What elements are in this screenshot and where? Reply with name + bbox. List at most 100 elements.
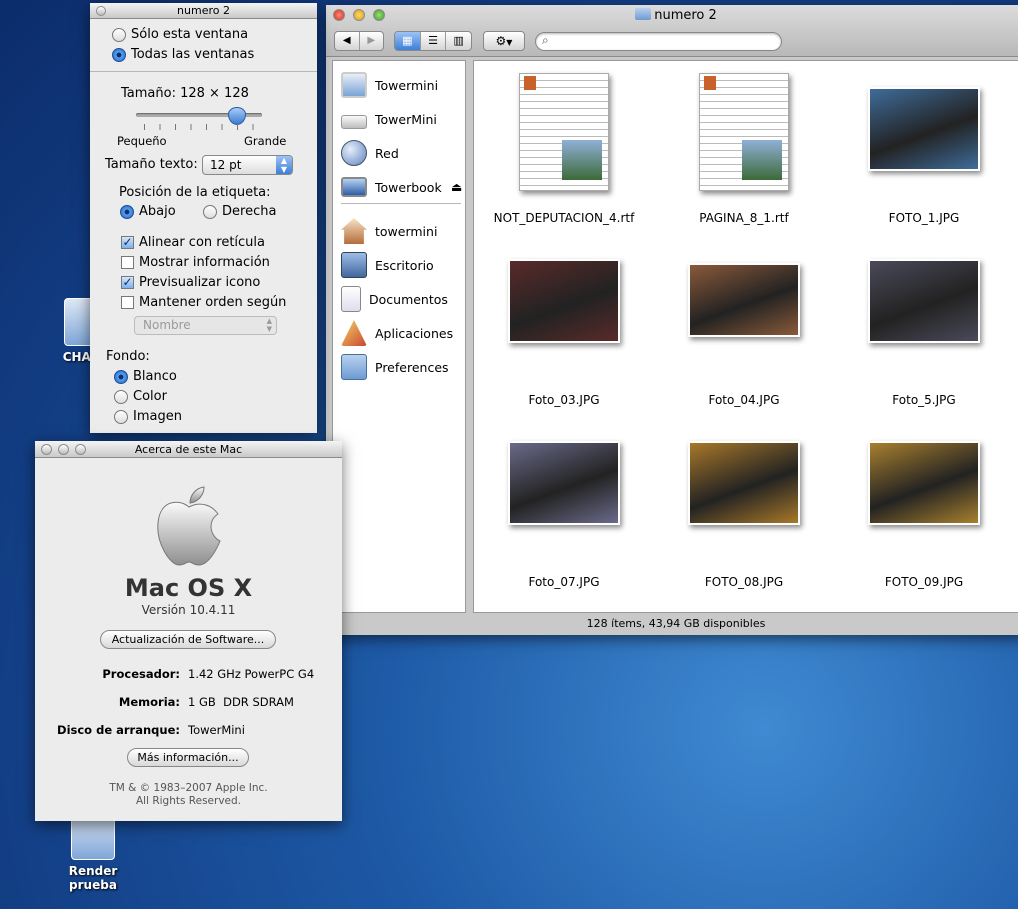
- scope-this-window-option[interactable]: Sólo esta ventana: [112, 27, 248, 42]
- file-item[interactable]: FOTO_1.JPG: [839, 73, 1009, 243]
- bg-image-option[interactable]: Imagen: [114, 409, 182, 424]
- bg-color-option[interactable]: Color: [114, 389, 167, 404]
- icon-size-slider[interactable]: [136, 107, 262, 130]
- desktop-icon-render-prueba[interactable]: Render prueba: [45, 812, 141, 892]
- status-text: 128 ítems, 43,94 GB disponibles: [586, 617, 766, 630]
- column-view-icon[interactable]: ▥: [445, 32, 471, 50]
- search-input[interactable]: ⌕: [535, 32, 782, 51]
- file-item[interactable]: NOT_DEPUTACION_4.rtf: [479, 73, 649, 243]
- sidebar-item-label: Aplicaciones: [375, 325, 454, 341]
- folder-icon: [635, 8, 652, 20]
- file-name-label: Foto_03.JPG: [528, 393, 600, 407]
- icon-view-icon[interactable]: ▦: [395, 32, 420, 50]
- processor-value: 1.42 GHz PowerPC G4: [188, 667, 315, 681]
- rtf-document-icon: [699, 73, 789, 191]
- option-label: Abajo: [139, 204, 176, 219]
- list-view-icon[interactable]: ☰: [419, 32, 446, 50]
- finder-title-text: numero 2: [654, 8, 717, 23]
- close-button[interactable]: [41, 444, 52, 455]
- home-icon: [341, 218, 367, 244]
- max-text: Grande: [244, 134, 287, 148]
- radio-selected-icon: [114, 369, 128, 384]
- document-photo-icon: [742, 140, 782, 180]
- file-item[interactable]: Foto_5.JPG: [839, 255, 1009, 425]
- file-item[interactable]: FOTO_08.JPG: [659, 437, 829, 607]
- label-right-option[interactable]: Derecha: [203, 204, 276, 219]
- sidebar-item-documentos[interactable]: Documentos: [341, 284, 448, 314]
- finder-sidebar: Towermini TowerMini Red Towerbook ⏏ towermini…: [332, 60, 466, 613]
- eject-icon[interactable]: ⏏: [451, 180, 462, 194]
- file-name-label: FOTO_08.JPG: [704, 575, 784, 589]
- scope-all-windows-option[interactable]: Todas las ventanas: [112, 47, 254, 62]
- checkbox-icon: [121, 296, 134, 309]
- chevron-updown-icon: ▲ ▼: [266, 317, 272, 333]
- desktop-folder-icon: [341, 252, 367, 278]
- view-mode-control: ▦ ☰ ▥: [394, 31, 472, 51]
- bg-title-text: Fondo:: [106, 349, 150, 364]
- sidebar-item-red[interactable]: Red: [341, 138, 399, 168]
- close-button[interactable]: [96, 6, 106, 16]
- option-label: Mantener orden según: [139, 295, 287, 310]
- file-name-label: FOTO_09.JPG: [884, 575, 964, 589]
- file-name-label: NOT_DEPUTACION_4.rtf: [493, 211, 635, 225]
- file-item[interactable]: FOTO_09.JPG: [839, 437, 1009, 607]
- sidebar-item-label: TowerMini: [375, 111, 437, 127]
- window-title: numero 2: [326, 8, 1018, 23]
- option-label: Imagen: [133, 409, 182, 424]
- sidebar-item-towermini[interactable]: Towermini: [341, 70, 438, 100]
- software-update-button[interactable]: Actualización de Software...: [100, 630, 276, 649]
- keep-sorted-checkbox[interactable]: Mantener orden según: [121, 295, 286, 310]
- chevron-updown-icon: ▲ ▼: [276, 156, 292, 174]
- sidebar-divider: [341, 203, 461, 204]
- about-this-mac-window: Acerca de este Mac Mac OS X Versión 10.4…: [35, 441, 342, 821]
- photo-thumbnail-icon: [868, 259, 980, 343]
- file-item[interactable]: Foto_07.JPG: [479, 437, 649, 607]
- back-arrow-icon[interactable]: ◀: [335, 32, 360, 50]
- checkmark-icon: ✓: [121, 275, 134, 289]
- forward-arrow-icon[interactable]: ▶: [360, 32, 384, 50]
- sidebar-item-preferences[interactable]: Preferences: [341, 352, 449, 382]
- sidebar-item-towermini[interactable]: TowerMini: [341, 104, 437, 134]
- about-title: Acerca de este Mac: [134, 443, 243, 456]
- file-item[interactable]: Foto_04.JPG: [659, 255, 829, 425]
- file-item[interactable]: Foto_03.JPG: [479, 255, 649, 425]
- action-menu-button[interactable]: ⚙▼: [483, 31, 525, 51]
- more-info-button[interactable]: Más información...: [127, 748, 249, 767]
- slider-thumb[interactable]: [227, 107, 246, 125]
- radio-selected-icon: [112, 47, 126, 62]
- label-bottom-option[interactable]: Abajo: [120, 204, 176, 219]
- sidebar-item-aplicaciones[interactable]: Aplicaciones: [341, 318, 453, 348]
- select-value: Nombre: [143, 318, 191, 332]
- file-name-label: Foto_5.JPG: [892, 393, 956, 407]
- powerbook-icon: [341, 177, 367, 197]
- sidebar-item-escritorio[interactable]: Escritorio: [341, 250, 434, 280]
- search-icon: ⌕: [542, 33, 549, 47]
- radio-icon: [114, 389, 128, 404]
- os-version: Versión 10.4.11: [141, 603, 236, 617]
- size-max-label: Grande: [244, 134, 286, 148]
- sidebar-item-towermini[interactable]: towermini: [341, 216, 437, 246]
- zoom-button[interactable]: [75, 444, 86, 455]
- view-options-window: numero 2 Sólo esta ventana Todas las ven…: [90, 3, 317, 433]
- label-position-title: Posición de la etiqueta:: [119, 185, 271, 200]
- sidebar-item-towerbook[interactable]: Towerbook ⏏: [341, 172, 462, 202]
- minimize-button[interactable]: [58, 444, 69, 455]
- show-info-checkbox[interactable]: Mostrar información: [121, 255, 270, 270]
- document-photo-icon: [562, 140, 602, 180]
- size-min-label: Pequeño: [117, 134, 167, 148]
- slider-ticks: [144, 124, 254, 130]
- file-name-label: FOTO_1.JPG: [888, 211, 960, 225]
- text-size-label: Tamaño texto:: [105, 157, 198, 172]
- startup-disk-value: TowerMini: [188, 723, 245, 737]
- radio-selected-icon: [120, 204, 134, 219]
- sidebar-item-label: Towerbook: [375, 179, 442, 195]
- bg-white-option[interactable]: Blanco: [114, 369, 177, 384]
- mac-mini-icon: [341, 115, 367, 129]
- preview-icon-checkbox[interactable]: ✓ Previsualizar icono: [121, 275, 260, 290]
- file-item[interactable]: PAGINA_8_1.rtf: [659, 73, 829, 243]
- option-label: Derecha: [222, 204, 277, 219]
- sidebar-item-label: Red: [375, 145, 399, 161]
- snap-grid-checkbox[interactable]: ✓ Alinear con retícula: [121, 235, 265, 250]
- photo-thumbnail-icon: [868, 441, 980, 525]
- text-size-select[interactable]: 12 pt ▲ ▼: [202, 155, 293, 175]
